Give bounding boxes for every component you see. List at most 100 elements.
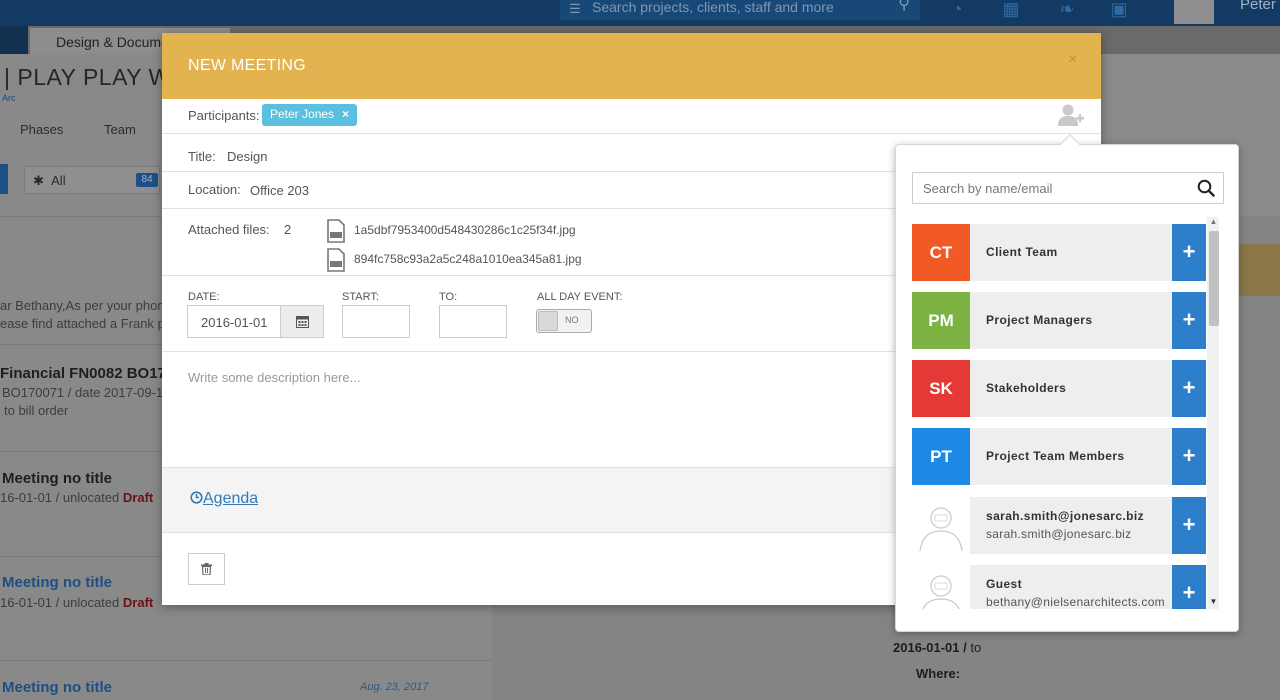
financial-item-meta: BO170071 / date 2017-09-1 [2,385,164,400]
file-icon [327,219,345,243]
detail-date: 2016-01-01 / to [893,640,981,655]
meeting-item-title[interactable]: Meeting no title [2,574,112,591]
add-participant-button[interactable]: + [1172,565,1206,609]
title-field[interactable]: Design [227,149,267,164]
group-initials: PM [912,292,970,349]
calendar-button[interactable] [280,306,323,337]
trash-icon [201,563,212,576]
location-field[interactable]: Office 203 [250,183,309,198]
detail-where-label: Where: [916,666,961,681]
meeting-item-title[interactable]: Meeting no title [2,679,112,696]
menu-icon[interactable]: ☰ [569,2,581,16]
participant-chip[interactable]: Peter Jones × [262,104,358,126]
participant-name: sarah.smith@jonesarc.biz [986,509,1145,523]
nav-phases[interactable]: Phases [20,122,63,137]
to-label: TO: [439,291,458,303]
list-item[interactable]: CT Client Team + [912,224,1206,281]
filter-label: All [51,173,66,188]
user-name[interactable]: Peter [1240,0,1276,13]
scroll-up-arrow-icon[interactable]: ▲ [1208,217,1219,227]
remove-participant-icon[interactable]: × [342,107,349,121]
asterisk-icon: ✱ [33,173,44,188]
end-time-input[interactable] [439,305,507,338]
detail-header-strip [1238,244,1280,296]
add-participant-button[interactable]: + [1172,292,1206,349]
attached-files-label: Attached files: [188,222,270,237]
date-label: DATE: [188,291,220,303]
timer-icon[interactable]: ◔ [946,0,968,18]
draft-status: Draft [122,595,154,610]
group-name: Project Team Members [986,449,1125,463]
group-initials: PT [912,428,970,485]
add-participant-button[interactable]: + [1172,428,1206,485]
participant-search-input[interactable] [913,173,1193,203]
start-label: START: [342,291,379,303]
toggle-knob [538,311,558,331]
leaf-icon[interactable]: ❧ [1056,0,1078,18]
global-search-placeholder: Search projects, clients, staff and more [592,0,834,15]
add-participant-button[interactable]: + [1172,224,1206,281]
delete-button[interactable] [188,553,225,585]
description-textarea[interactable]: Write some description here... [188,370,360,385]
search-icon[interactable] [1197,179,1215,197]
detail-to: to [970,640,982,655]
agenda-link[interactable]: Agenda [190,490,258,508]
attached-file-link[interactable]: 894fc758c93a2a5c248a1010ea345a81.jpg [354,252,582,266]
file-icon [327,248,345,272]
avatar-placeholder-icon [912,497,970,554]
scrollbar-thumb[interactable] [1209,231,1219,326]
avatar-placeholder-icon [912,565,970,609]
participant-name: Peter Jones [270,107,335,121]
list-item[interactable]: SK Stakeholders + [912,360,1206,417]
start-time-input[interactable] [342,305,410,338]
participant-picker: CT Client Team + PM Project Managers + S… [895,144,1239,632]
list-item[interactable]: PT Project Team Members + [912,428,1206,485]
list-item[interactable]: Guest bethany@nielsenarchitects.com + [912,565,1206,609]
date-input[interactable]: 2016-01-01 [187,305,324,338]
meeting-item-date: 16-01-01 / unlocated [0,595,120,610]
nav-team[interactable]: Team [104,122,136,137]
search-icon[interactable]: ⚲ [898,0,910,13]
scroll-down-arrow-icon[interactable]: ▼ [1208,597,1219,607]
date-value: 2016-01-01 [201,315,268,330]
agenda-label: Agenda [203,490,259,507]
participant-email: bethany@nielsenarchitects.com [986,595,1165,609]
close-icon[interactable]: × [1068,51,1077,69]
clock-icon [190,491,203,504]
filter-count-badge: 84 [136,173,158,187]
meeting-item-title[interactable]: Meeting no title [2,470,112,487]
meeting-item-meta: 16-01-01 / unlocated Draft [0,595,153,610]
global-search-box[interactable]: ☰ Search projects, clients, staff and mo… [560,0,920,20]
divider [162,133,1101,134]
financial-item-title[interactable]: Financial FN0082 BO170 [0,365,174,382]
participant-search[interactable] [912,172,1224,204]
calendar-icon [296,316,309,328]
calendar-grid-icon[interactable]: ▦ [1000,0,1022,18]
add-participant-button[interactable]: + [1172,360,1206,417]
add-user-icon[interactable] [1057,103,1085,127]
all-day-toggle[interactable]: NO [536,309,592,333]
participant-list: CT Client Team + PM Project Managers + S… [912,217,1222,609]
title-label: Title: [188,149,216,164]
divider [0,660,492,661]
add-participant-button[interactable]: + [1172,497,1206,554]
meeting-item-date: Aug. 23, 2017 [360,681,429,693]
group-name: Stakeholders [986,381,1067,395]
panel-toggle[interactable] [0,164,8,194]
meeting-item-meta: 16-01-01 / unlocated Draft [0,490,153,505]
tab-home[interactable] [0,26,28,54]
date-icon[interactable]: ▣ [1108,0,1130,18]
project-subtitle: Arc [2,93,16,103]
draft-status: Draft [122,490,154,505]
participants-label: Participants: [188,108,260,123]
modal-title: NEW MEETING [188,57,306,74]
user-avatar[interactable] [1174,0,1214,24]
attached-file-link[interactable]: 1a5dbf7953400d548430286c1c25f34f.jpg [354,223,576,237]
group-name: Client Team [986,245,1058,259]
meeting-item-date: 16-01-01 / unlocated [0,490,120,505]
list-item[interactable]: sarah.smith@jonesarc.biz sarah.smith@jon… [912,497,1206,554]
message-snippet-line: ease find attached a Frank pr [0,316,170,331]
location-label: Location: [188,182,241,197]
group-initials: SK [912,360,970,417]
list-item[interactable]: PM Project Managers + [912,292,1206,349]
